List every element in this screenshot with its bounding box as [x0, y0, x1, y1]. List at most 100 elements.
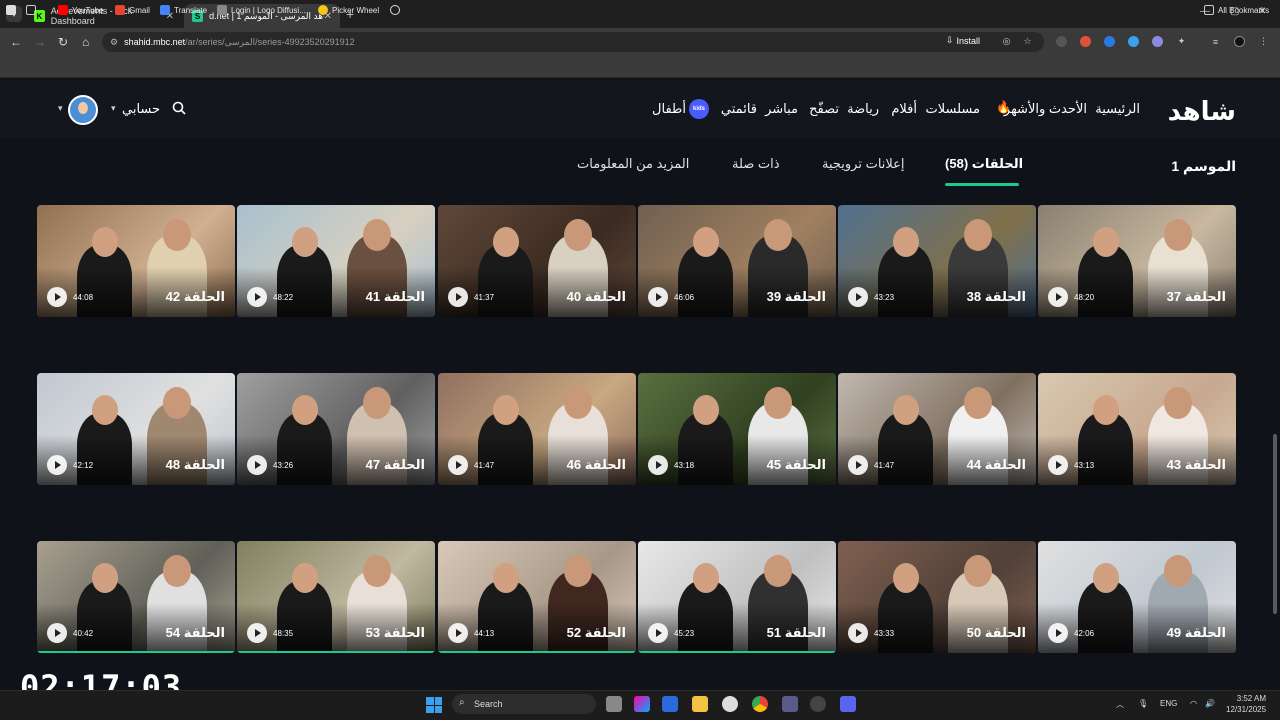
app-icon[interactable]: [782, 696, 798, 712]
nav-latest[interactable]: الأحدث والأشهر: [1004, 101, 1087, 117]
copilot-icon[interactable]: [634, 696, 650, 712]
forward-icon[interactable]: →: [34, 35, 46, 49]
extension-icon[interactable]: [1128, 36, 1139, 47]
search-icon[interactable]: [172, 101, 186, 115]
episode-card[interactable]: الحلقة 42 44:08: [37, 205, 235, 317]
extension-icon[interactable]: [1080, 36, 1091, 47]
episode-card[interactable]: الحلقة 40 41:37: [438, 205, 636, 317]
page-scrollbar[interactable]: [1273, 84, 1277, 684]
play-icon[interactable]: [648, 623, 668, 643]
file-explorer-icon[interactable]: [692, 696, 708, 712]
tab-more-info[interactable]: المزيد من المعلومات: [577, 156, 689, 172]
task-view-icon[interactable]: [606, 696, 622, 712]
nav-mylist[interactable]: قائمتي: [721, 101, 757, 117]
play-icon[interactable]: [247, 455, 267, 475]
volume-icon[interactable]: 🔊: [1205, 699, 1215, 708]
windows-start-icon[interactable]: [426, 697, 442, 713]
episode-card[interactable]: الحلقة 51 45:23: [638, 541, 836, 653]
bookmark-translate[interactable]: Translate: [160, 5, 207, 15]
back-icon[interactable]: ←: [10, 35, 22, 49]
episode-card[interactable]: الحلقة 50 43:33: [838, 541, 1036, 653]
play-icon[interactable]: [1048, 455, 1068, 475]
season-selector[interactable]: الموسم 1: [1171, 158, 1236, 175]
episode-card[interactable]: الحلقة 41 48:22: [237, 205, 435, 317]
home-icon[interactable]: ⌂: [82, 35, 89, 49]
chrome-menu-icon[interactable]: ⋮: [1258, 36, 1269, 47]
taskbar-search[interactable]: ⌕ Search: [452, 694, 596, 714]
app-icon[interactable]: [810, 696, 826, 712]
nav-kids[interactable]: أطفال: [652, 101, 686, 117]
install-app-button[interactable]: ⇩ Install: [946, 35, 980, 46]
chevron-down-icon[interactable]: ▾: [111, 103, 116, 114]
store-icon[interactable]: [662, 696, 678, 712]
episode-card[interactable]: الحلقة 48 42:12: [37, 373, 235, 485]
nav-sports[interactable]: رياضة: [847, 101, 879, 117]
play-icon[interactable]: [848, 287, 868, 307]
eye-off-icon[interactable]: ◎: [1001, 36, 1012, 47]
globe-icon[interactable]: [390, 5, 400, 15]
episode-card[interactable]: الحلقة 43 43:13: [1038, 373, 1236, 485]
episode-card[interactable]: الحلقة 39 46:06: [638, 205, 836, 317]
scrollbar-thumb[interactable]: [1273, 434, 1277, 614]
extension-icon[interactable]: [1056, 36, 1067, 47]
wifi-icon[interactable]: ◠: [1190, 699, 1197, 708]
language-indicator[interactable]: ENG: [1160, 699, 1177, 708]
extension-icon[interactable]: [1104, 36, 1115, 47]
bookmark-picker-wheel[interactable]: Picker Wheel: [318, 5, 379, 15]
nav-live[interactable]: مباشر: [765, 101, 798, 117]
apps-grid-icon[interactable]: [26, 5, 36, 15]
discord-icon[interactable]: [840, 696, 856, 712]
episode-card[interactable]: الحلقة 49 42:06: [1038, 541, 1236, 653]
episode-card[interactable]: الحلقة 38 43:23: [838, 205, 1036, 317]
chrome-icon[interactable]: [752, 696, 768, 712]
extension-icon[interactable]: [1152, 36, 1163, 47]
nav-browse[interactable]: تصفّح: [809, 101, 839, 117]
episode-card[interactable]: الحلقة 53 48:35: [237, 541, 435, 653]
episode-card[interactable]: الحلقة 45 43:18: [638, 373, 836, 485]
play-icon[interactable]: [47, 623, 67, 643]
play-icon[interactable]: [1048, 287, 1068, 307]
avatar[interactable]: [68, 95, 98, 125]
address-bar[interactable]: ⚙ shahid.mbc.net /ar/series/المرسى/serie…: [102, 32, 1044, 52]
play-icon[interactable]: [848, 623, 868, 643]
site-info-icon[interactable]: ⚙: [110, 37, 118, 48]
episode-card[interactable]: الحلقة 46 41:47: [438, 373, 636, 485]
play-icon[interactable]: [448, 455, 468, 475]
play-icon[interactable]: [247, 287, 267, 307]
episode-card[interactable]: الحلقة 47 43:26: [237, 373, 435, 485]
tray-chevron-icon[interactable]: ︿: [1116, 699, 1124, 710]
bookmark-gmail[interactable]: Gmail: [115, 5, 150, 15]
nav-series[interactable]: مسلسلات: [926, 101, 980, 117]
taskbar-clock[interactable]: 3:52 AM 12/31/2025: [1226, 693, 1266, 715]
play-icon[interactable]: [47, 455, 67, 475]
play-icon[interactable]: [448, 287, 468, 307]
reload-icon[interactable]: ↻: [58, 35, 68, 49]
play-icon[interactable]: [648, 455, 668, 475]
tab-episodes[interactable]: الحلقات (58): [945, 156, 1023, 172]
settings-icon[interactable]: [722, 696, 738, 712]
episode-card[interactable]: الحلقة 54 40:42: [37, 541, 235, 653]
bookmark-star-icon[interactable]: ☆: [1022, 36, 1033, 47]
play-icon[interactable]: [648, 287, 668, 307]
play-icon[interactable]: [848, 455, 868, 475]
episode-card[interactable]: الحلقة 52 44:13: [438, 541, 636, 653]
microphone-icon[interactable]: 🎙: [1138, 699, 1148, 708]
profile-icon[interactable]: [1234, 36, 1245, 47]
extensions-puzzle-icon[interactable]: ✦: [1176, 36, 1187, 47]
episode-card[interactable]: الحلقة 37 48:20: [1038, 205, 1236, 317]
bookmark-youtube[interactable]: YouTube: [58, 5, 103, 15]
all-bookmarks[interactable]: All Bookmarks: [1204, 5, 1269, 15]
bookmark-folder-icon[interactable]: [6, 5, 16, 15]
browser-tab-kick[interactable]: K Achievements - Kick Dashboard ✕: [26, 4, 182, 28]
play-icon[interactable]: [247, 623, 267, 643]
nav-movies[interactable]: أفلام: [891, 101, 917, 117]
bookmark-logo-diffusion[interactable]: Login | Logo Diffusi...: [217, 5, 306, 15]
chevron-down-icon[interactable]: ▾: [58, 103, 63, 114]
reading-list-icon[interactable]: ≡: [1210, 36, 1221, 47]
shahid-logo[interactable]: شاهد: [1168, 96, 1237, 127]
play-icon[interactable]: [448, 623, 468, 643]
episode-card[interactable]: الحلقة 44 41:47: [838, 373, 1036, 485]
play-icon[interactable]: [1048, 623, 1068, 643]
tab-trailers[interactable]: إعلانات ترويجية: [822, 156, 905, 172]
play-icon[interactable]: [47, 287, 67, 307]
